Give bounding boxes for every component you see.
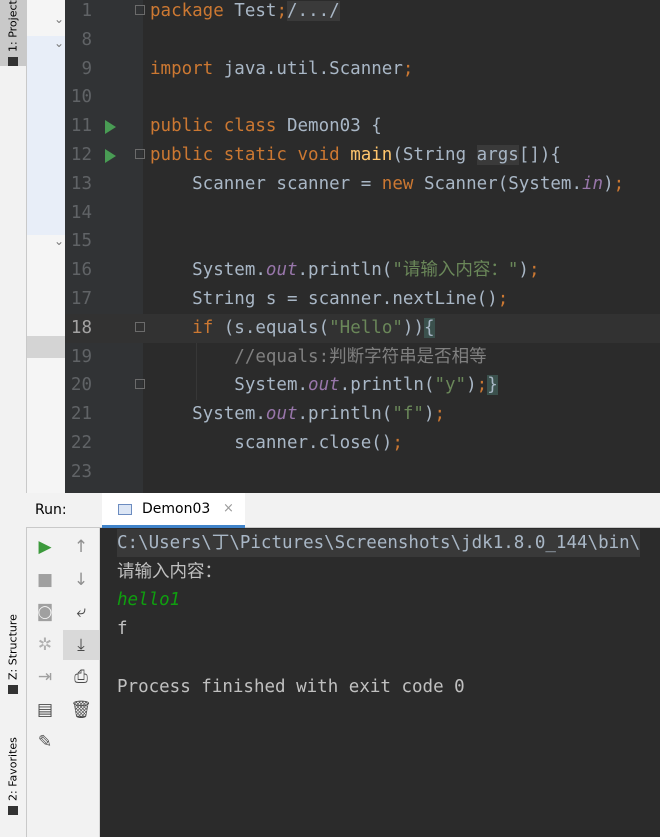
code-line[interactable]: 13 Scanner scanner = new Scanner(System.… bbox=[65, 170, 660, 199]
code-text: scanner.close(); bbox=[150, 433, 403, 453]
console-line: f bbox=[117, 619, 128, 640]
line-number: 16 bbox=[70, 260, 92, 281]
code-text: import java.util.Scanner; bbox=[150, 58, 414, 79]
rerun-icon[interactable]: ▶ bbox=[27, 532, 63, 562]
code-line[interactable]: 22 scanner.close(); bbox=[65, 429, 660, 458]
print-icon[interactable]: ⎙ bbox=[63, 662, 99, 692]
fold-marker-icon[interactable] bbox=[135, 149, 145, 159]
tab-project[interactable]: 1: Project bbox=[0, 0, 26, 66]
camera-icon[interactable]: ◙ bbox=[27, 597, 63, 627]
code-line[interactable]: 20 System.out.println("y");} bbox=[65, 371, 660, 400]
code-text: System.out.println("请输入内容："); bbox=[150, 260, 540, 281]
console-line: 请输入内容： bbox=[117, 561, 222, 582]
code-line[interactable]: 19 //equals:判断字符串是否相等 bbox=[65, 343, 660, 372]
code-editor[interactable]: 1 package Test;/.../ 8 9 import java.util.Sc… bbox=[65, 0, 660, 493]
code-line[interactable]: 17 String s = scanner.nextLine(); bbox=[65, 285, 660, 314]
folder-icon bbox=[8, 56, 18, 66]
code-line[interactable]: 8 bbox=[65, 26, 660, 55]
close-icon[interactable]: × bbox=[223, 501, 234, 516]
console-line: hello1 bbox=[117, 590, 181, 611]
line-number: 14 bbox=[70, 202, 92, 223]
login-icon[interactable]: ⇥ bbox=[27, 662, 63, 692]
chevron-down-icon[interactable]: ⌄ bbox=[54, 12, 64, 26]
console-icon bbox=[118, 504, 132, 515]
line-number: 15 bbox=[70, 231, 92, 252]
code-text: package Test;/.../ bbox=[150, 1, 340, 21]
line-number: 18 bbox=[70, 317, 92, 338]
code-line[interactable]: 16 System.out.println("请输入内容："); bbox=[65, 256, 660, 285]
scroll-to-end-icon[interactable]: ⤓ bbox=[63, 629, 99, 660]
line-number: 20 bbox=[70, 375, 92, 396]
code-line[interactable]: 18 if (s.equals("Hello")){ bbox=[65, 313, 660, 343]
project-tree-selected-row[interactable] bbox=[27, 336, 65, 358]
code-text: public class Demon03 { bbox=[150, 116, 382, 137]
stop-icon[interactable]: ■ bbox=[27, 565, 63, 595]
line-number: 12 bbox=[70, 145, 92, 165]
tab-favorites-label: 2: Favorites bbox=[6, 737, 20, 801]
line-number: 1 bbox=[81, 1, 92, 21]
chevron-down-icon[interactable]: ⌄ bbox=[54, 36, 64, 50]
line-number: 10 bbox=[70, 87, 92, 108]
run-gutter-icon[interactable] bbox=[105, 120, 116, 135]
line-number: 19 bbox=[70, 346, 92, 367]
trash-icon[interactable]: 🗑 bbox=[63, 695, 99, 725]
console-line: C:\Users\丁\Pictures\Screenshots\jdk1.8.0… bbox=[117, 529, 641, 557]
code-line[interactable]: 9 import java.util.Scanner; bbox=[65, 55, 660, 84]
run-label: Run: bbox=[35, 502, 67, 518]
line-number: 21 bbox=[70, 404, 92, 425]
star-icon bbox=[8, 805, 18, 815]
fold-marker-icon[interactable] bbox=[135, 5, 145, 15]
code-text: System.out.println("f"); bbox=[150, 404, 446, 425]
code-line[interactable]: 21 System.out.println("f"); bbox=[65, 400, 660, 429]
debug-settings-icon[interactable]: ✲ bbox=[27, 630, 63, 660]
tab-favorites[interactable]: 2: Favorites bbox=[0, 728, 26, 824]
code-line[interactable]: 15 bbox=[65, 227, 660, 256]
code-line[interactable]: 1 package Test;/.../ bbox=[65, 0, 660, 26]
run-toolbar-right: ↑ ↓ ⤶ ⤓ ⎙ 🗑 bbox=[63, 528, 100, 837]
soft-wrap-icon[interactable]: ⤶ bbox=[63, 597, 99, 627]
project-tree-highlight bbox=[27, 36, 65, 235]
run-gutter-icon[interactable] bbox=[105, 149, 116, 163]
fold-marker-icon[interactable] bbox=[135, 321, 145, 332]
fold-marker-icon[interactable] bbox=[135, 379, 145, 390]
structure-icon bbox=[8, 684, 18, 694]
line-number: 13 bbox=[70, 173, 92, 194]
line-number: 9 bbox=[81, 58, 92, 79]
run-panel-header: Run: Demon03 × bbox=[26, 493, 660, 528]
layout-icon[interactable]: ▤ bbox=[27, 695, 63, 725]
line-number: 11 bbox=[70, 116, 92, 137]
line-number: 23 bbox=[70, 461, 92, 482]
run-toolbar-left: ▶ ■ ◙ ✲ ⇥ ▤ ✎ bbox=[27, 528, 63, 837]
code-line[interactable]: 14 bbox=[65, 199, 660, 228]
left-tool-strip: 1: Project Z: Structure 2: Favorites bbox=[0, 0, 27, 837]
pin-icon[interactable]: ✎ bbox=[27, 727, 63, 757]
tab-structure[interactable]: Z: Structure bbox=[0, 606, 26, 702]
code-line[interactable]: 12 public static void main(String args[])… bbox=[65, 141, 660, 170]
line-number: 17 bbox=[70, 289, 92, 309]
code-line[interactable]: 23 bbox=[65, 458, 660, 487]
run-tab-demon03[interactable]: Demon03 × bbox=[102, 493, 245, 528]
code-text: if (s.equals("Hello")){ bbox=[192, 317, 435, 338]
code-text: public static void main(String args[]){ bbox=[150, 145, 561, 165]
code-text: Scanner scanner = new Scanner(System.in)… bbox=[150, 173, 625, 194]
code-line[interactable]: 11 public class Demon03 { bbox=[65, 112, 660, 141]
line-number: 8 bbox=[81, 29, 92, 50]
run-console-output[interactable]: C:\Users\丁\Pictures\Screenshots\jdk1.8.0… bbox=[100, 528, 660, 837]
tab-project-label: 1: Project bbox=[6, 0, 20, 52]
code-text: String s = scanner.nextLine(); bbox=[150, 289, 509, 309]
console-line: Process finished with exit code 0 bbox=[117, 676, 465, 697]
up-arrow-icon[interactable]: ↑ bbox=[63, 532, 99, 562]
down-arrow-icon[interactable]: ↓ bbox=[63, 565, 99, 595]
project-panel: ⌄ ⌄ ⌄ bbox=[27, 0, 65, 493]
line-number: 22 bbox=[70, 433, 92, 453]
code-text: //equals:判断字符串是否相等 bbox=[150, 346, 487, 367]
tab-structure-label: Z: Structure bbox=[6, 614, 20, 680]
code-text: System.out.println("y");} bbox=[150, 375, 498, 396]
chevron-down-icon[interactable]: ⌄ bbox=[54, 234, 64, 248]
code-line[interactable]: 10 bbox=[65, 83, 660, 112]
run-tab-label: Demon03 bbox=[142, 501, 211, 517]
